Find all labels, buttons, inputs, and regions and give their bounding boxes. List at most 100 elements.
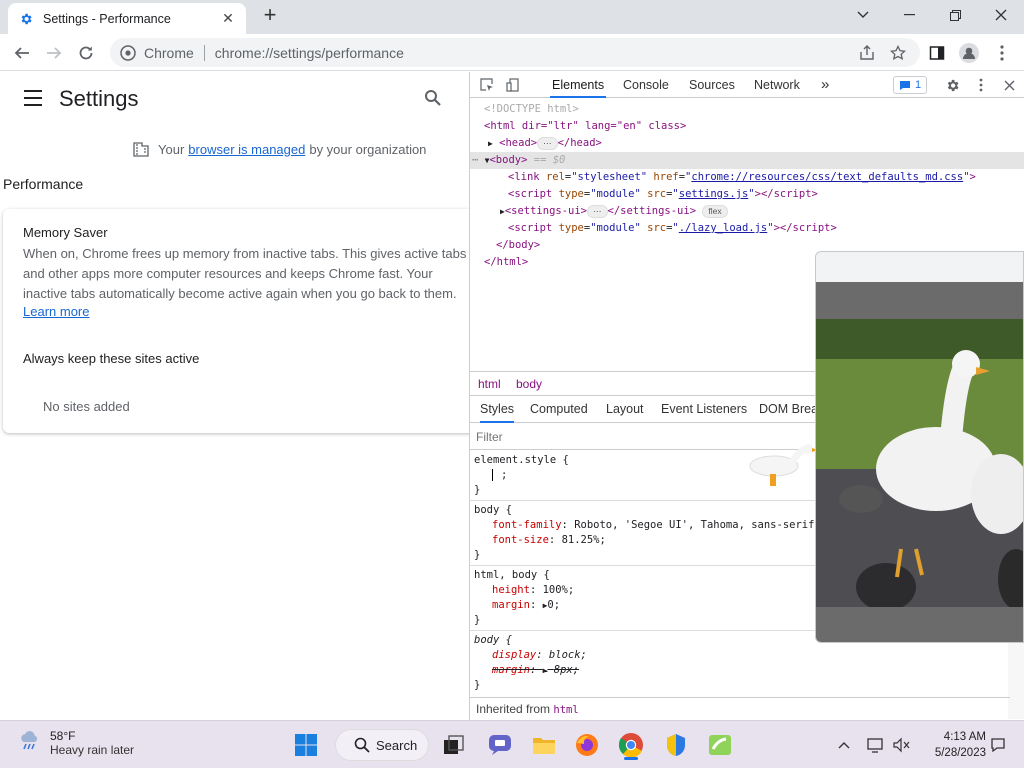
dom-line-script-lazy[interactable]: <script type="module" src="./lazy_load.j…	[470, 220, 1024, 237]
search-label: Search	[376, 737, 418, 753]
managed-suffix: by your organization	[309, 141, 427, 157]
video-top-bar	[816, 282, 1023, 319]
dom-line-doctype[interactable]: <!DOCTYPE html>	[470, 101, 1024, 118]
taskbar-search-button[interactable]: Search	[335, 729, 429, 761]
devtools-close-icon[interactable]	[1000, 76, 1018, 94]
learn-more-link[interactable]: Learn more	[23, 304, 89, 319]
omnibox-separator	[203, 44, 205, 61]
address-bar[interactable]: Chrome chrome://settings/performance	[110, 38, 920, 67]
breadcrumb-html[interactable]: html	[478, 377, 501, 391]
side-panel-icon[interactable]	[926, 42, 948, 64]
firefox-icon[interactable]	[571, 729, 603, 761]
no-sites-text: No sites added	[43, 399, 130, 414]
close-window-button[interactable]	[978, 0, 1024, 30]
managed-notice: Your browser is managed by your organiza…	[132, 140, 426, 158]
inherited-label: Inherited from	[476, 702, 551, 716]
system-clock[interactable]: 4:13 AM 5/28/2023	[918, 729, 986, 761]
browser-managed-link[interactable]: browser is managed	[188, 142, 305, 157]
inspect-element-icon[interactable]	[478, 76, 496, 94]
memory-saver-description: When on, Chrome frees up memory from ina…	[23, 246, 467, 301]
close-tab-icon[interactable]: ✕	[220, 10, 236, 27]
url-text[interactable]: chrome://settings/performance	[215, 45, 404, 61]
tab-title: Settings - Performance	[43, 11, 171, 26]
back-button[interactable]	[8, 39, 36, 67]
start-windows-icon[interactable]	[290, 729, 322, 761]
volume-muted-icon[interactable]	[892, 735, 912, 755]
subtab-computed[interactable]: Computed	[530, 397, 588, 423]
subtab-layout[interactable]: Layout	[606, 397, 644, 423]
more-menu-icon[interactable]	[991, 42, 1013, 64]
tab-sources[interactable]: Sources	[687, 72, 737, 98]
main-menu-icon[interactable]	[24, 90, 44, 106]
more-tabs-chevron[interactable]: »	[819, 72, 831, 98]
search-icon[interactable]	[424, 89, 442, 112]
devtools-tab-bar: Elements Console Sources Network » 1	[470, 72, 1024, 98]
tab-strip: Settings - Performance ✕ +	[0, 0, 1024, 34]
dom-line-body-selected[interactable]: ⋯ ▼<body> == $0	[470, 152, 1024, 169]
devtools-more-icon[interactable]	[972, 76, 990, 94]
weather-widget[interactable]: 58°F Heavy rain later	[18, 728, 134, 757]
device-toolbar-icon[interactable]	[504, 76, 522, 94]
dom-line-head[interactable]: ▶ <head> ⋯ </head>	[470, 135, 1024, 152]
bookmark-star-icon[interactable]	[887, 42, 909, 64]
section-heading: Performance	[3, 176, 84, 192]
search-icon	[354, 737, 370, 753]
video-frame-geese[interactable]	[816, 319, 1023, 611]
dom-line-script-settings[interactable]: <script type="module" src="settings.js">…	[470, 186, 1024, 203]
notifications-icon[interactable]	[988, 735, 1008, 755]
tab-elements[interactable]: Elements	[550, 72, 607, 98]
performance-card: Memory Saver When on, Chrome frees up me…	[3, 209, 469, 433]
subtab-dom-breakpoints[interactable]: DOM Breakpoints	[759, 397, 819, 423]
weather-temp: 58°F	[50, 728, 76, 743]
subtab-event-listeners[interactable]: Event Listeners	[661, 397, 747, 423]
lazy-load-js-link[interactable]: ./lazy_load.js	[679, 222, 768, 234]
show-hidden-icons-chevron[interactable]	[834, 735, 854, 755]
chrome-taskbar-icon[interactable]	[615, 729, 647, 761]
profile-avatar-icon[interactable]	[958, 42, 980, 64]
rule-close: }	[474, 679, 481, 691]
rule-declaration-overridden[interactable]: margin: ▶ 8px;	[474, 663, 1006, 678]
share-icon[interactable]	[856, 42, 878, 64]
rain-cloud-icon	[18, 728, 42, 757]
goose-app-icon[interactable]	[704, 729, 736, 761]
browser-toolbar: Chrome chrome://settings/performance	[0, 34, 1024, 71]
breadcrumb-body[interactable]: body	[516, 377, 542, 391]
video-bottom-bar	[816, 607, 1023, 642]
subtab-styles[interactable]: Styles	[480, 397, 515, 423]
file-explorer-icon[interactable]	[528, 729, 560, 761]
stylesheet-link[interactable]: chrome://resources/css/text_defaults_md.…	[691, 171, 963, 183]
reload-button[interactable]	[72, 39, 100, 67]
teams-chat-icon[interactable]	[484, 729, 516, 761]
forward-button[interactable]	[40, 39, 68, 67]
site-label: Chrome	[144, 44, 194, 61]
dom-line-html[interactable]: <html dir="ltr" lang="en" class>	[470, 118, 1024, 135]
tab-search-chevron-icon[interactable]	[840, 0, 886, 30]
rule-declaration[interactable]: display: block;	[474, 648, 1006, 663]
clock-time: 4:13 AM	[943, 731, 986, 743]
tab-settings-performance[interactable]: Settings - Performance ✕	[8, 3, 246, 34]
page-title: Settings	[59, 86, 139, 111]
security-shield-icon[interactable]	[660, 729, 692, 761]
new-tab-button[interactable]: +	[258, 4, 282, 28]
chat-icon	[899, 80, 910, 90]
dom-line-link[interactable]: <link rel="stylesheet" href="chrome://re…	[470, 169, 1024, 186]
inherited-from: Inherited from html	[470, 697, 1010, 719]
settings-js-link[interactable]: settings.js	[679, 188, 749, 200]
settings-page: Settings Your browser is managed by your…	[0, 72, 469, 720]
filter-input[interactable]	[472, 428, 772, 446]
clock-date: 5/28/2023	[934, 747, 986, 759]
issues-badge[interactable]: 1	[893, 76, 927, 94]
managed-prefix: Your	[158, 141, 185, 157]
devtools-settings-gear-icon[interactable]	[943, 76, 961, 94]
dom-line-settings-ui[interactable]: ▶<settings-ui> ⋯ </settings-ui> flex	[470, 203, 1024, 220]
network-icon[interactable]	[866, 735, 886, 755]
restore-button[interactable]	[932, 0, 978, 30]
picture-in-picture-window[interactable]	[815, 251, 1024, 643]
tab-console[interactable]: Console	[621, 72, 671, 98]
inherited-tag[interactable]: html	[553, 704, 578, 716]
tab-network[interactable]: Network	[752, 72, 802, 98]
issues-count: 1	[914, 79, 922, 91]
task-view-icon[interactable]	[438, 729, 470, 761]
chrome-icon	[120, 44, 136, 61]
minimize-button[interactable]	[886, 0, 932, 30]
